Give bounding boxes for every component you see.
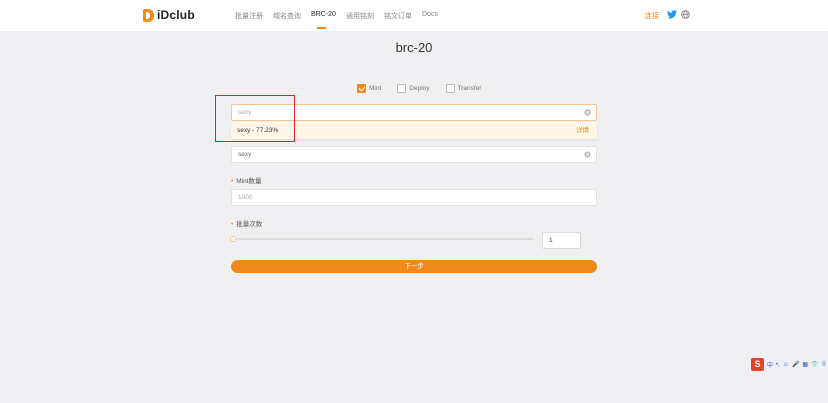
connect-wallet-link[interactable]: 连接 [645,11,659,21]
highlight-annotation [215,95,295,142]
nav-general-inscribe[interactable]: 通用铭刻 [346,11,374,21]
ime-logo-icon[interactable]: S [751,358,764,371]
batch-slider-handle[interactable] [230,236,236,242]
batch-count-label: • 批量次数 [231,218,262,228]
next-step-button[interactable]: 下一步 [231,260,597,273]
nav-batch-register[interactable]: 批量注册 [235,11,263,21]
deploy-checkbox[interactable] [397,84,407,93]
ime-keyboard-icon[interactable]: ▦ [802,361,808,368]
ime-skin-icon[interactable]: 👕 [811,361,818,368]
mint-amount-label-text: Mint数量 [236,178,262,185]
mint-checkbox[interactable] [357,84,366,93]
batch-slider-track[interactable] [233,238,533,240]
page-title: brc-20 [395,40,433,55]
ticker-value: sexy [238,151,252,158]
mint-amount-label: • Mint数量 [231,175,262,185]
required-marker: • [231,178,234,185]
active-nav-indicator [317,27,326,29]
ime-tools-icon[interactable]: ⠿ [822,361,826,368]
nav-inscription-orders[interactable]: 铭文订单 [384,11,412,21]
nav-brc20[interactable]: BRC-20 [311,11,336,18]
nav-docs[interactable]: Docs [422,11,438,18]
batch-count-label-text: 批量次数 [236,221,263,228]
ime-chinese-mode[interactable]: 中 [767,360,773,369]
transfer-option-label[interactable]: Transfer [458,85,482,92]
ime-toolbar: S 中 •, ☺ 🎤 ▦ 👕 ⠿ [751,358,826,371]
clear-icon[interactable] [584,109,591,116]
required-marker: • [231,221,234,228]
clear-icon[interactable] [584,151,591,158]
mint-amount-input[interactable]: 1000 [231,189,597,206]
top-nav-bar: iDclub 批量注册 域名查询 BRC-20 通用铭刻 铭文订单 Docs 连… [0,0,828,31]
batch-count-value: 1 [549,237,553,244]
logo-text: iDclub [157,8,195,22]
globe-icon[interactable] [681,10,690,19]
operation-selector: Mint Deploy Transfer [357,84,497,93]
batch-count-input[interactable]: 1 [542,232,581,249]
ime-punctuation-icon[interactable]: •, [776,362,780,368]
mint-option-label[interactable]: Mint [369,85,381,92]
ime-emoji-icon[interactable]: ☺ [783,362,789,368]
mint-amount-value: 1000 [238,194,253,201]
logo[interactable]: iDclub [143,8,195,22]
transfer-checkbox[interactable] [445,84,455,93]
selected-ticker-field[interactable]: sexy [231,146,597,163]
logo-icon [143,8,154,22]
deploy-option-label[interactable]: Deploy [409,85,429,92]
nav-domain-search[interactable]: 域名查询 [273,11,301,21]
twitter-icon[interactable] [667,10,677,19]
suggestion-detail-link[interactable]: 详情 [576,122,589,139]
ime-voice-icon[interactable]: 🎤 [792,361,799,368]
